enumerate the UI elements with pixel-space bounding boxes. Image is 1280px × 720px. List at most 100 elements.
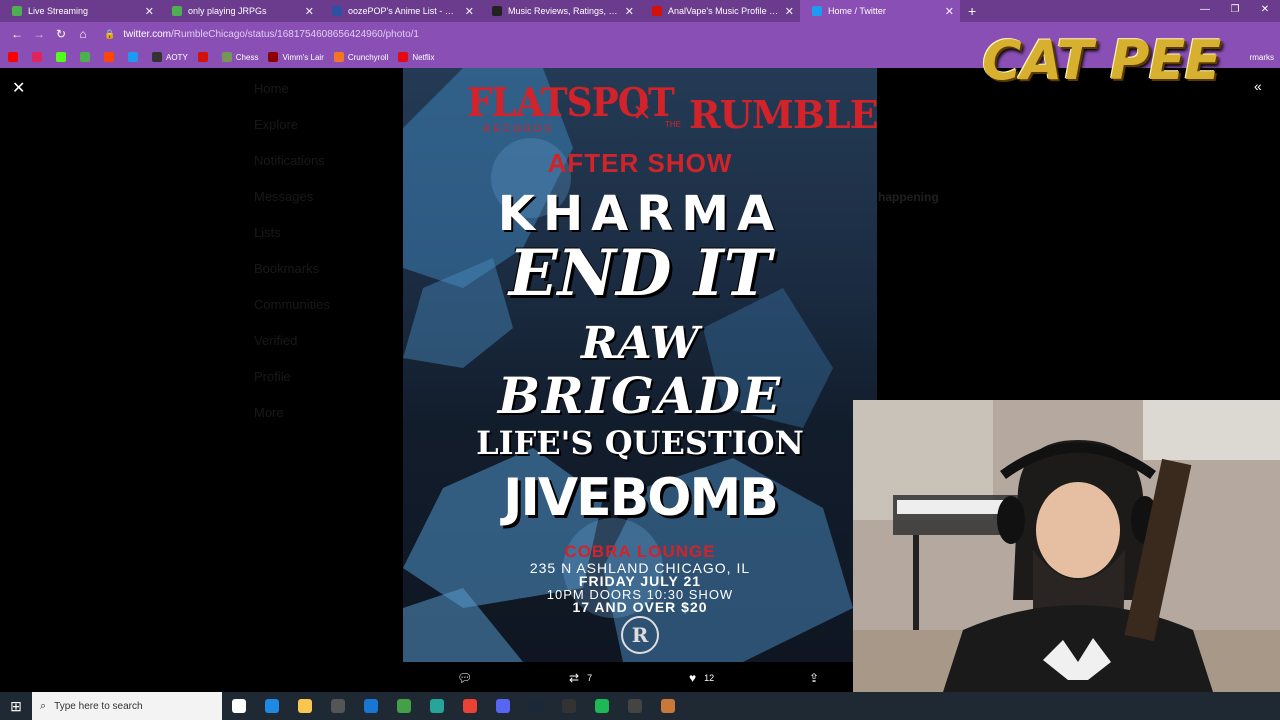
window-controls: — ❐ ✕ xyxy=(1190,0,1280,20)
tab-favicon-icon xyxy=(652,6,662,16)
like-button[interactable]: ♥ 12 xyxy=(689,671,714,685)
tab-favicon-icon xyxy=(172,6,182,16)
bookmark-favicon-icon xyxy=(104,52,114,62)
tab-title: oozePOP's Anime List - MyAnime xyxy=(348,6,459,16)
bookmark-favicon-icon xyxy=(152,52,162,62)
bookmark-favicon-icon xyxy=(32,52,42,62)
taskbar-app-icon xyxy=(363,699,378,713)
tab-title: AnalVape's Music Profile | Last.fm xyxy=(668,6,779,16)
close-viewer-button[interactable]: ✕ xyxy=(12,78,25,98)
share-icon: ⇪ xyxy=(809,671,820,685)
rumble-logo: RUMBLE xyxy=(689,92,877,137)
home-button[interactable]: ⌂ xyxy=(72,27,94,41)
tab-favicon-icon xyxy=(812,6,822,16)
bookmark-item[interactable]: Crunchyroll xyxy=(333,52,388,62)
discord-icon[interactable] xyxy=(486,692,519,720)
retweet-count: 7 xyxy=(587,673,593,683)
bookmark-item[interactable]: Netflix xyxy=(398,52,435,62)
bookmark-favicon-icon xyxy=(8,52,18,62)
taskbar-app-icon xyxy=(231,699,246,713)
bookmark-favicon-icon xyxy=(333,52,344,62)
file-explorer-icon[interactable] xyxy=(288,692,321,720)
start-button[interactable]: ⊞ xyxy=(0,692,32,720)
bookmark-favicon-icon xyxy=(221,52,232,62)
band-kharma: KHARMA xyxy=(497,186,783,242)
app-photo-icon[interactable] xyxy=(651,692,684,720)
browser-tab[interactable]: oozePOP's Anime List - MyAnime ✕ xyxy=(320,0,480,22)
background-nav-item: Communities xyxy=(254,296,330,312)
bookmark-favicon-icon xyxy=(56,52,66,62)
minimize-button[interactable]: — xyxy=(1190,0,1220,20)
url-field[interactable]: 🔒 twitter.com/RumbleChicago/status/16817… xyxy=(104,25,419,43)
app-green-icon[interactable] xyxy=(387,692,420,720)
bookmark-item[interactable] xyxy=(197,52,212,62)
taskbar-app-icon xyxy=(264,699,279,713)
spotify-icon[interactable] xyxy=(585,692,618,720)
store-icon[interactable] xyxy=(321,692,354,720)
records-text: RECORDS xyxy=(483,124,555,135)
age-price: 17 AND OVER $20 xyxy=(572,599,708,615)
app-dark-icon[interactable] xyxy=(618,692,651,720)
flatspot-logo: FLATSPOT xyxy=(467,79,675,127)
taskbar-app-icon xyxy=(627,699,642,713)
background-right-panel: happening xyxy=(878,98,1058,204)
close-window-button[interactable]: ✕ xyxy=(1250,0,1280,20)
right-heading: happening xyxy=(878,190,939,204)
bookmark-item[interactable] xyxy=(32,52,46,62)
bookmark-item[interactable]: AOTY xyxy=(152,52,188,62)
bookmark-item[interactable] xyxy=(8,52,22,62)
webcam-feed xyxy=(853,400,1280,692)
background-nav-item: Notifications xyxy=(254,152,325,168)
forward-button[interactable]: → xyxy=(28,27,50,41)
tab-close-icon[interactable]: ✕ xyxy=(945,5,954,18)
app-teal-icon[interactable] xyxy=(420,692,453,720)
bookmark-item[interactable] xyxy=(80,52,94,62)
band-jivebomb: JIVEBOMB xyxy=(503,468,779,528)
tab-close-icon[interactable]: ✕ xyxy=(785,5,794,18)
edge-icon[interactable] xyxy=(255,692,288,720)
back-button[interactable]: ← xyxy=(6,27,28,41)
steam-icon[interactable] xyxy=(519,692,552,720)
share-button[interactable]: ⇪ xyxy=(809,671,827,685)
bookmark-item[interactable] xyxy=(128,52,142,62)
bookmark-item[interactable] xyxy=(104,52,118,62)
stream-logo-overlay: CAT PEE xyxy=(982,29,1221,92)
webcam-overlay xyxy=(853,400,1280,692)
bookmark-label: Vimm's Lair xyxy=(282,52,324,62)
bookmark-label: Chess xyxy=(235,52,259,62)
restore-button[interactable]: ❐ xyxy=(1220,0,1250,20)
retweet-icon: ⇄ xyxy=(569,671,580,685)
tab-title: Music Reviews, Ratings, Charts, N xyxy=(508,6,619,16)
after-show-heading: AFTER SHOW xyxy=(547,148,733,178)
background-nav-item: Profile xyxy=(254,368,291,384)
browser-tab[interactable]: AnalVape's Music Profile | Last.fm ✕ xyxy=(640,0,800,22)
chrome-icon[interactable] xyxy=(453,692,486,720)
new-tab-button[interactable]: + xyxy=(968,3,976,19)
tab-close-icon[interactable]: ✕ xyxy=(465,5,474,18)
browser-tab[interactable]: Live Streaming ✕ xyxy=(0,0,160,22)
taskbar-apps xyxy=(222,692,684,720)
taskbar-app-icon xyxy=(297,699,312,713)
epic-icon[interactable] xyxy=(552,692,585,720)
taskbar-search[interactable]: ⌕ Type here to search xyxy=(32,692,222,720)
browser-tab[interactable]: Music Reviews, Ratings, Charts, N ✕ xyxy=(480,0,640,22)
band-lifes-question: LIFE'S QUESTION xyxy=(476,424,804,462)
tab-close-icon[interactable]: ✕ xyxy=(625,5,634,18)
reload-button[interactable]: ↻ xyxy=(50,27,72,41)
tab-close-icon[interactable]: ✕ xyxy=(305,5,314,18)
bookmark-item[interactable]: Vimm's Lair xyxy=(268,52,324,62)
bookmark-item[interactable] xyxy=(56,52,70,62)
tweet-actions: 💬︎ ⇄ 7 ♥ 12 ⇪ xyxy=(403,666,877,690)
tweet-photo[interactable]: FLATSPOT RECORDS × THE RUMBLE AFTER SHOW… xyxy=(403,68,877,662)
browser-tab[interactable]: only playing JRPGs ✕ xyxy=(160,0,320,22)
retweet-button[interactable]: ⇄ 7 xyxy=(569,671,592,685)
reply-button[interactable]: 💬︎ xyxy=(457,671,480,685)
taskbar-app-icon xyxy=(330,699,345,713)
tab-strip: Live Streaming ✕ only playing JRPGs ✕ oozePO… xyxy=(0,0,1280,22)
mail-icon[interactable] xyxy=(354,692,387,720)
browser-tab[interactable]: Home / Twitter ✕ xyxy=(800,0,960,22)
task-view-icon[interactable] xyxy=(222,692,255,720)
band-raw: RAW xyxy=(581,318,699,369)
tab-close-icon[interactable]: ✕ xyxy=(145,5,154,18)
bookmark-item[interactable]: Chess xyxy=(221,52,259,62)
